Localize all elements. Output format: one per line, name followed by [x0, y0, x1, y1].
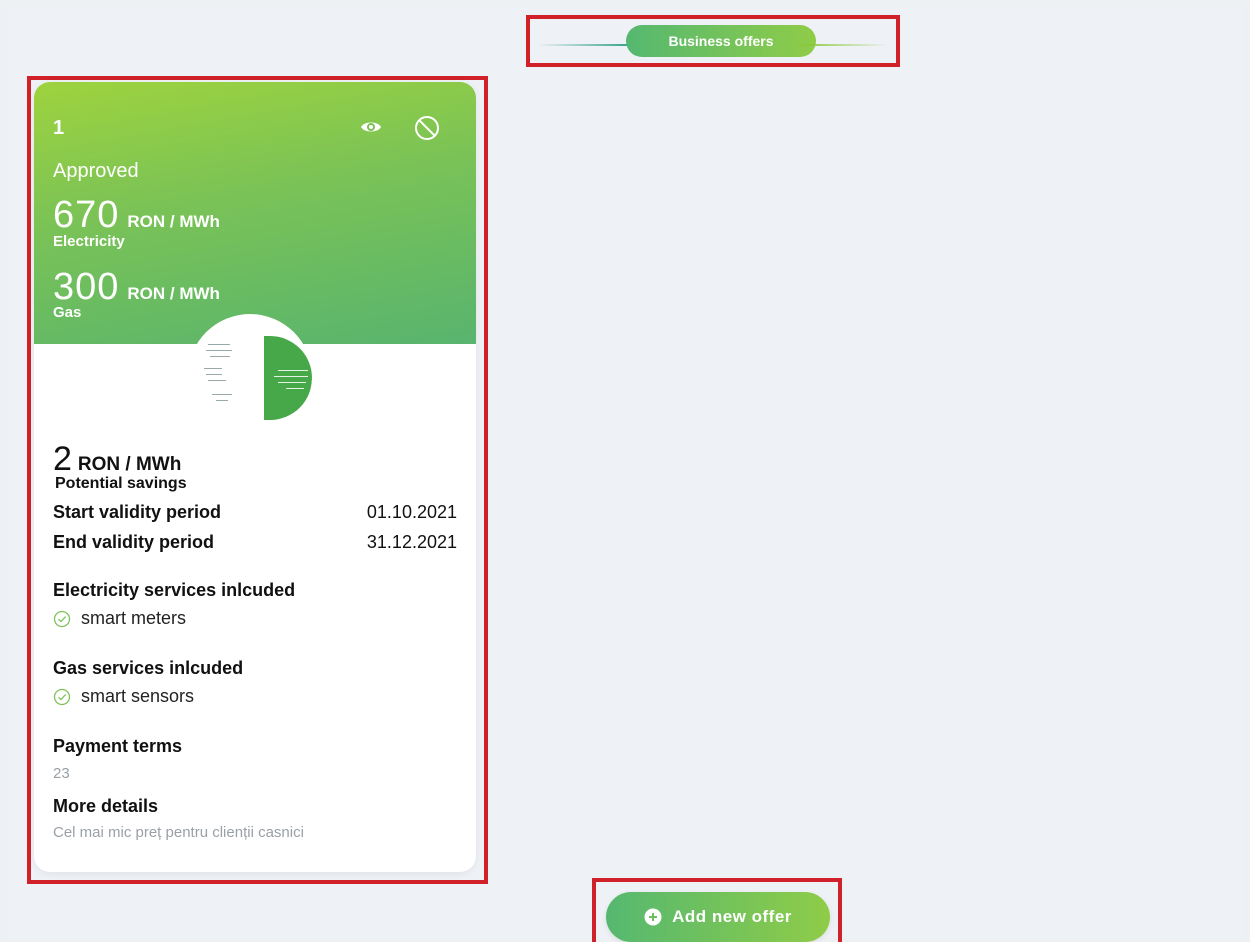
- savings-label: Potential savings: [55, 475, 187, 492]
- start-validity-row: Start validity period 01.10.2021: [53, 502, 457, 523]
- potential-savings: 2 RON / MWh: [53, 440, 181, 479]
- electricity-price-unit: RON / MWh: [127, 212, 220, 231]
- gas-service-label: smart sensors: [81, 686, 195, 706]
- electricity-price-value: 670: [53, 194, 120, 236]
- electricity-services-title: Electricity services inlcuded: [53, 580, 296, 600]
- gas-price-value: 300: [53, 266, 120, 308]
- check-circle-icon: [53, 688, 71, 705]
- start-validity-label: Start validity period: [53, 502, 222, 522]
- start-validity-value: 01.10.2021: [366, 502, 457, 522]
- savings-value: 2: [53, 440, 72, 478]
- offer-card-header: 1 Approved 670 RON / MWh Electricity 300…: [34, 82, 476, 344]
- header-divider-left: [538, 44, 628, 46]
- supplier-logo: [188, 314, 312, 438]
- check-circle-icon: [53, 610, 71, 627]
- gas-price-unit: RON / MWh: [127, 284, 220, 303]
- offer-number: 1: [53, 117, 65, 139]
- section-title: Business offers: [668, 33, 774, 49]
- gas-price: 300 RON / MWh: [53, 266, 220, 309]
- gas-service-item: smart sensors: [53, 686, 194, 707]
- eye-icon[interactable]: [360, 118, 382, 136]
- gas-services-title: Gas services inlcuded: [53, 658, 244, 678]
- more-details-value: Cel mai mic preț pentru clienții casnici: [53, 824, 304, 841]
- add-new-offer-button[interactable]: Add new offer: [606, 892, 830, 942]
- payment-terms-value: 23: [53, 765, 70, 782]
- offer-status: Approved: [53, 160, 139, 182]
- offer-card[interactable]: 1 Approved 670 RON / MWh Electricity 300…: [34, 82, 476, 872]
- electricity-label: Electricity: [53, 233, 125, 250]
- more-details-title: More details: [53, 796, 159, 816]
- savings-unit: RON / MWh: [77, 454, 182, 475]
- gas-label: Gas: [53, 304, 82, 321]
- end-validity-label: End validity period: [53, 532, 215, 552]
- electricity-service-item: smart meters: [53, 608, 186, 629]
- header-highlight: Business offers: [526, 15, 900, 67]
- plus-circle-icon: [644, 908, 662, 926]
- section-title-pill: Business offers: [626, 25, 816, 57]
- header-divider-right: [798, 44, 888, 46]
- add-new-offer-label: Add new offer: [672, 907, 792, 926]
- payment-terms-title: Payment terms: [53, 736, 183, 756]
- electricity-price: 670 RON / MWh: [53, 194, 220, 237]
- electricity-service-label: smart meters: [81, 608, 187, 628]
- block-icon[interactable]: [414, 115, 440, 141]
- end-validity-value: 31.12.2021: [366, 532, 457, 552]
- end-validity-row: End validity period 31.12.2021: [53, 532, 457, 553]
